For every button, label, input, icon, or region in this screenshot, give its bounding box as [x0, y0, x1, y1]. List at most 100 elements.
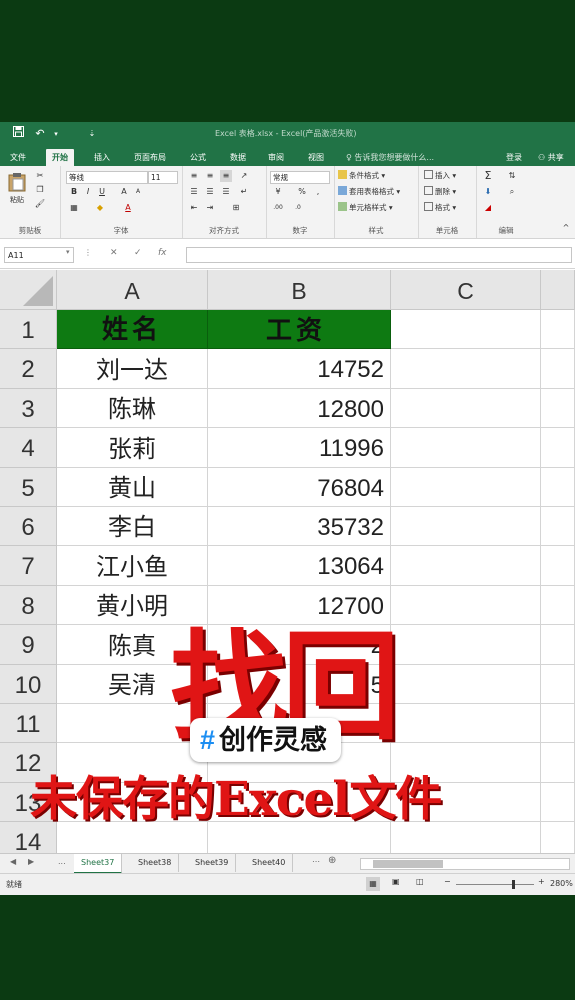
- header-cell[interactable]: 工资: [208, 310, 391, 349]
- insert-cells-button[interactable]: 插入 ▾: [424, 170, 456, 182]
- column-header-c[interactable]: C: [391, 270, 541, 310]
- align-top-icon[interactable]: ≡: [188, 170, 200, 182]
- format-as-table-button[interactable]: 套用表格格式 ▾: [338, 186, 400, 198]
- copy-icon[interactable]: ❐: [34, 184, 46, 196]
- grid-cell[interactable]: [391, 349, 541, 389]
- collapse-ribbon-icon[interactable]: ^: [560, 222, 572, 234]
- row-header[interactable]: 8: [0, 586, 57, 625]
- decrease-indent-icon[interactable]: ⇤: [188, 202, 200, 214]
- grid-cell[interactable]: [541, 586, 575, 625]
- row-header[interactable]: 1: [0, 310, 57, 349]
- format-painter-icon[interactable]: 🖌: [34, 198, 46, 210]
- align-bottom-icon[interactable]: ≡: [220, 170, 232, 182]
- header-cell[interactable]: [541, 310, 575, 349]
- delete-cells-button[interactable]: 删除 ▾: [424, 186, 456, 198]
- grid-cell[interactable]: [391, 468, 541, 507]
- sheet-tab-sheet37[interactable]: Sheet37: [74, 854, 123, 874]
- grid-cell[interactable]: [541, 822, 575, 853]
- zoom-out-icon[interactable]: −: [444, 877, 451, 886]
- zoom-in-icon[interactable]: +: [538, 877, 545, 886]
- align-right-icon[interactable]: ☰: [220, 186, 232, 198]
- font-name-select[interactable]: 等线: [66, 171, 148, 184]
- grid-cell[interactable]: [541, 783, 575, 822]
- grid-cell[interactable]: 黄山: [57, 468, 208, 507]
- grid-cell[interactable]: 江小鱼: [57, 546, 208, 586]
- tab-formulas[interactable]: 公式: [184, 149, 212, 166]
- tab-review[interactable]: 审阅: [262, 149, 290, 166]
- sheets-more-icon[interactable]: ⋯: [312, 857, 320, 866]
- add-sheet-icon[interactable]: ⊕: [328, 855, 336, 866]
- sign-in-link[interactable]: 登录: [500, 149, 528, 166]
- sheet-tab-sheet39[interactable]: Sheet39: [188, 854, 237, 872]
- row-header[interactable]: 3: [0, 389, 57, 428]
- grid-cell[interactable]: [391, 665, 541, 704]
- fill-color-icon[interactable]: ◆: [94, 202, 106, 214]
- wrap-text-icon[interactable]: ↵: [238, 186, 250, 198]
- tab-insert[interactable]: 插入: [88, 149, 116, 166]
- tab-home[interactable]: 开始: [46, 149, 74, 166]
- grow-font-icon[interactable]: A: [118, 186, 130, 198]
- number-format-select[interactable]: 常规: [270, 171, 330, 184]
- page-break-view-icon[interactable]: ◫: [416, 877, 424, 886]
- grid-cell[interactable]: 陈琳: [57, 389, 208, 428]
- worksheet-grid[interactable]: A B C 1 姓名 工资 2 刘一达 14752 3 陈琳 12800 4 张莉 11996 5 黄山 7…: [0, 270, 575, 853]
- name-box-dropdown-icon[interactable]: ▾: [66, 248, 70, 256]
- horizontal-scrollbar[interactable]: [360, 858, 570, 870]
- row-header[interactable]: 11: [0, 704, 57, 743]
- header-cell[interactable]: 姓名: [57, 310, 208, 349]
- grid-cell[interactable]: 刘一达: [57, 349, 208, 389]
- formula-bar-more-icon[interactable]: ⋮: [84, 248, 92, 257]
- row-header[interactable]: 2: [0, 349, 57, 389]
- italic-icon[interactable]: I: [82, 186, 94, 198]
- sort-filter-icon[interactable]: ⇅: [506, 170, 518, 182]
- grid-cell[interactable]: [541, 507, 575, 546]
- grid-cell[interactable]: [541, 468, 575, 507]
- grid-cell[interactable]: [541, 625, 575, 665]
- row-header[interactable]: 4: [0, 428, 57, 468]
- currency-icon[interactable]: ¥: [272, 186, 284, 198]
- cancel-entry-icon[interactable]: ✕: [110, 248, 118, 258]
- grid-cell[interactable]: [391, 428, 541, 468]
- grid-cell[interactable]: 76804: [208, 468, 391, 507]
- header-cell[interactable]: [391, 310, 541, 349]
- zoom-slider[interactable]: [456, 880, 534, 889]
- fill-icon[interactable]: ⬇: [482, 186, 494, 198]
- increase-indent-icon[interactable]: ⇥: [204, 202, 216, 214]
- find-select-icon[interactable]: ⌕: [506, 186, 518, 198]
- conditional-formatting-button[interactable]: 条件格式 ▾: [338, 170, 385, 182]
- column-header-d[interactable]: [541, 270, 575, 310]
- grid-cell[interactable]: [541, 743, 575, 783]
- align-center-icon[interactable]: ☰: [204, 186, 216, 198]
- comma-icon[interactable]: ,: [312, 186, 324, 198]
- align-middle-icon[interactable]: ≡: [204, 170, 216, 182]
- more-sheets-button[interactable]: ...: [58, 857, 66, 866]
- column-header-b[interactable]: B: [208, 270, 391, 310]
- bold-icon[interactable]: B: [68, 186, 80, 198]
- scroll-sheets-left-icon[interactable]: ◀: [10, 857, 16, 866]
- column-header-a[interactable]: A: [57, 270, 208, 310]
- clear-icon[interactable]: ◢: [482, 202, 494, 214]
- grid-cell[interactable]: 李白: [57, 507, 208, 546]
- font-size-select[interactable]: 11: [148, 171, 178, 184]
- decrease-decimal-icon[interactable]: .0: [292, 202, 304, 214]
- cut-icon[interactable]: ✂: [34, 170, 46, 182]
- sheet-tab-sheet38[interactable]: Sheet38: [131, 854, 180, 872]
- row-header[interactable]: 9: [0, 625, 57, 665]
- grid-cell[interactable]: [541, 428, 575, 468]
- row-header[interactable]: 6: [0, 507, 57, 546]
- tell-me-search[interactable]: ♀ 告诉我您想要做什么...: [340, 149, 440, 166]
- paste-button[interactable]: 粘贴: [6, 172, 28, 208]
- select-all-button[interactable]: [0, 270, 57, 310]
- grid-cell[interactable]: 13064: [208, 546, 391, 586]
- underline-icon[interactable]: U: [96, 186, 108, 198]
- zoom-slider-thumb[interactable]: [512, 880, 515, 889]
- grid-cell[interactable]: [391, 546, 541, 586]
- grid-cell[interactable]: [541, 665, 575, 704]
- confirm-entry-icon[interactable]: ✓: [134, 248, 142, 258]
- percent-icon[interactable]: %: [296, 186, 308, 198]
- grid-cell[interactable]: [391, 389, 541, 428]
- grid-cell[interactable]: [391, 704, 541, 743]
- increase-decimal-icon[interactable]: .00: [272, 202, 284, 214]
- row-header[interactable]: 10: [0, 665, 57, 704]
- tab-page-layout[interactable]: 页面布局: [128, 149, 172, 166]
